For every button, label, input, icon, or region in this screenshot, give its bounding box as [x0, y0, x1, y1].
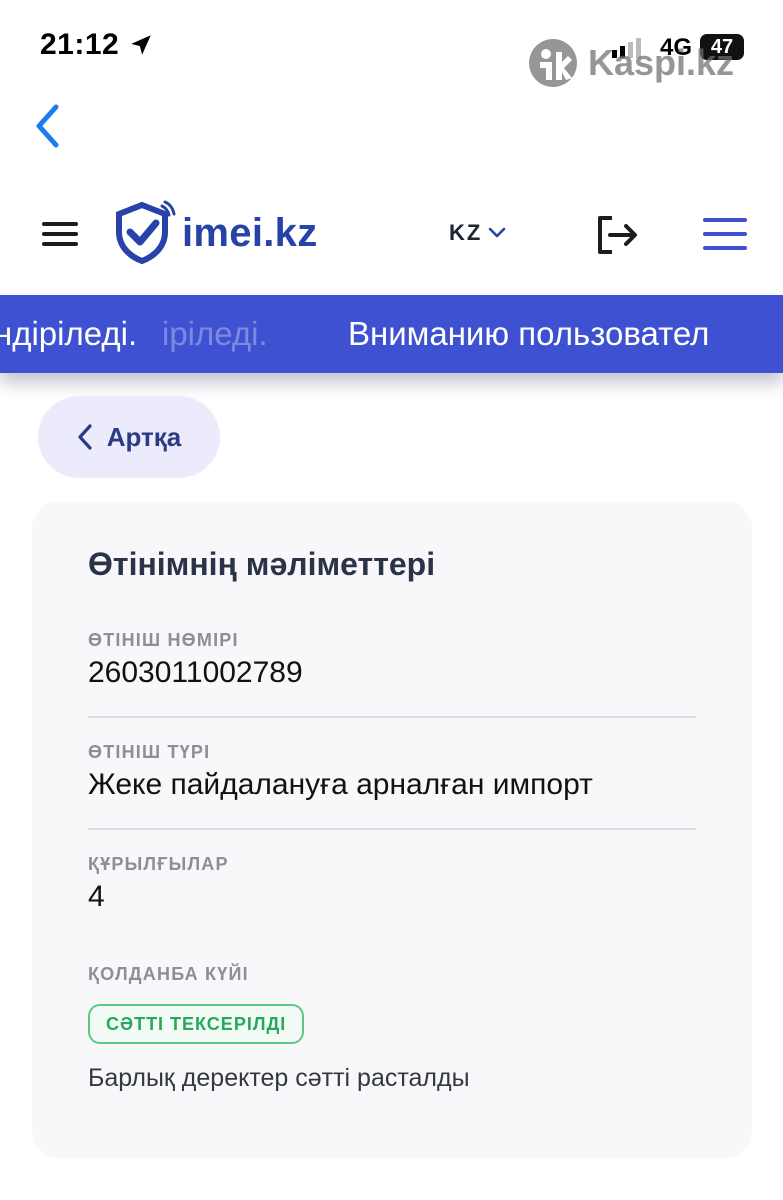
language-code: KZ [449, 220, 483, 245]
back-button[interactable]: Артқа [38, 396, 220, 478]
application-number-value: 2603011002789 [88, 656, 303, 689]
status-time: 21:12 [40, 28, 120, 61]
divider [88, 716, 696, 718]
language-selector[interactable]: KZ [449, 220, 506, 246]
logout-icon[interactable] [596, 214, 640, 256]
card-title: Өтінімнің мәліметтері [88, 546, 436, 582]
banner-text-ghost: іріледі. [162, 315, 268, 352]
banner-text-right: Вниманию пользовател [348, 315, 710, 352]
announcement-banner[interactable]: ндіріледі. іріледі. Вниманию пользовател [0, 295, 783, 373]
banner-text-left: ндіріледі. [0, 315, 138, 352]
application-type-value: Жеке пайдалануға арналған импорт [88, 768, 593, 801]
chevron-left-icon [78, 424, 92, 450]
devices-value: 4 [88, 880, 105, 913]
back-button-label: Артқа [106, 421, 182, 452]
back-chevron-icon[interactable] [34, 104, 60, 148]
app-status-label: ҚОЛДАНБА КҮЙІ [88, 964, 249, 984]
watermark: Kaspi.kz [528, 38, 734, 88]
devices-label: ҚҰРЫЛҒЫЛАР [88, 854, 229, 874]
menu-icon[interactable] [703, 216, 749, 252]
application-type-label: ӨТІНІШ ТҮРІ [88, 742, 211, 762]
watermark-text: Kaspi.kz [588, 42, 735, 83]
hamburger-icon[interactable] [42, 220, 80, 248]
site-logo[interactable]: imei.kz [110, 200, 318, 266]
application-number-label: ӨТІНІШ НӨМІРІ [88, 630, 239, 650]
shield-check-icon [116, 200, 176, 265]
chevron-down-icon [489, 227, 506, 238]
application-details-card: Өтінімнің мәліметтері ӨТІНІШ НӨМІРІ 2603… [32, 502, 752, 1158]
kaspi-logo-icon [529, 39, 577, 87]
divider [88, 828, 696, 830]
status-note: Барлық деректер сәтті расталды [88, 1064, 470, 1092]
status-badge: СӘТТІ ТЕКСЕРІЛДІ [88, 1004, 305, 1044]
location-arrow-icon [131, 35, 151, 55]
logo-text: imei.kz [182, 210, 318, 255]
